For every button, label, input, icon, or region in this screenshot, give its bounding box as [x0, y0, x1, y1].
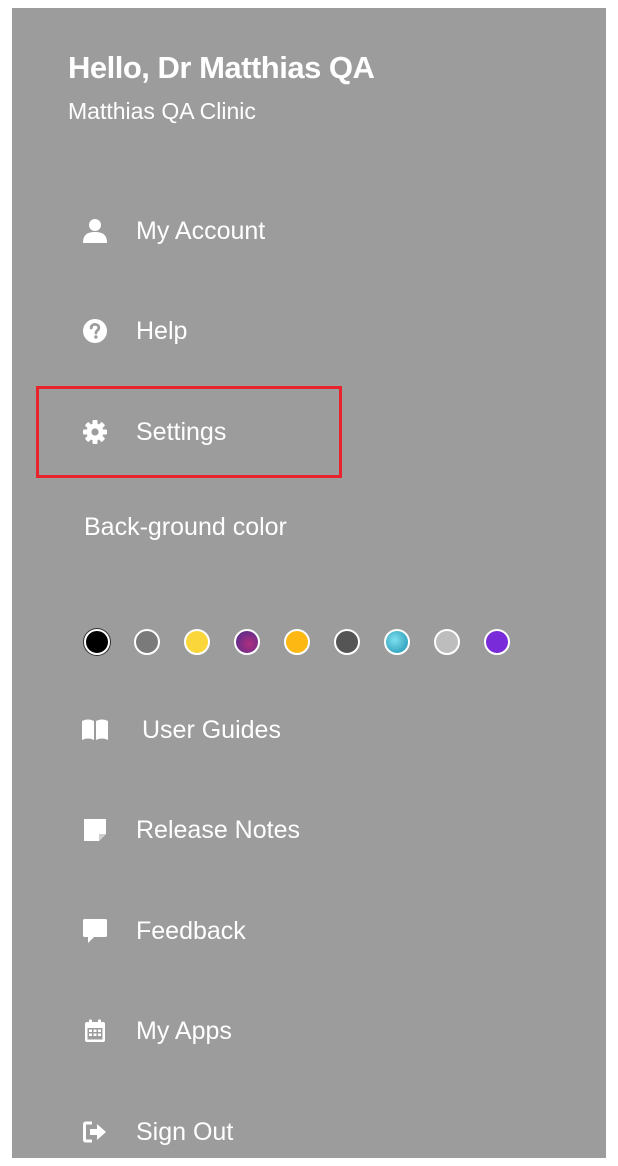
color-swatch-violet[interactable] [484, 629, 510, 655]
background-color-label: Back-ground color [84, 513, 287, 541]
menu-item-release-notes[interactable]: Release Notes [80, 810, 300, 850]
greeting-title: Hello, Dr Matthias QA [68, 50, 375, 85]
color-swatch-dark-gray[interactable] [334, 629, 360, 655]
question-circle-icon [80, 316, 110, 346]
menu-item-label: Help [136, 316, 188, 345]
gear-icon [80, 417, 110, 447]
menu-item-feedback[interactable]: Feedback [80, 911, 246, 951]
sticky-note-icon [80, 815, 110, 845]
menu-item-settings[interactable]: Settings [80, 412, 226, 452]
sign-out-icon [80, 1117, 110, 1147]
menu-item-label: Sign Out [136, 1117, 234, 1146]
color-swatch-light-gray[interactable] [434, 629, 460, 655]
book-open-icon [80, 715, 110, 745]
color-swatch-black[interactable] [84, 629, 110, 655]
side-menu-panel: Hello, Dr Matthias QA Matthias QA Clinic… [12, 8, 606, 1158]
menu-item-label: My Apps [136, 1016, 232, 1045]
menu-item-my-account[interactable]: My Account [80, 211, 265, 251]
menu-item-label: Feedback [136, 916, 246, 945]
color-swatch-purple[interactable] [234, 629, 260, 655]
clinic-name: Matthias QA Clinic [68, 98, 256, 124]
calendar-icon [80, 1016, 110, 1046]
color-swatch-teal[interactable] [384, 629, 410, 655]
user-icon [80, 216, 110, 246]
menu-item-my-apps[interactable]: My Apps [80, 1011, 232, 1051]
comment-icon [80, 916, 110, 946]
menu-item-user-guides[interactable]: User Guides [80, 710, 281, 750]
menu-item-sign-out[interactable]: Sign Out [80, 1112, 233, 1152]
menu-item-label: Release Notes [136, 815, 300, 844]
color-swatch-yellow[interactable] [184, 629, 210, 655]
menu-item-label: User Guides [142, 715, 281, 744]
menu-item-help[interactable]: Help [80, 311, 187, 351]
background-color-swatches [84, 629, 534, 655]
menu-item-label: My Account [136, 216, 266, 245]
menu-item-label: Settings [136, 417, 227, 446]
color-swatch-gray[interactable] [134, 629, 160, 655]
color-swatch-orange[interactable] [284, 629, 310, 655]
